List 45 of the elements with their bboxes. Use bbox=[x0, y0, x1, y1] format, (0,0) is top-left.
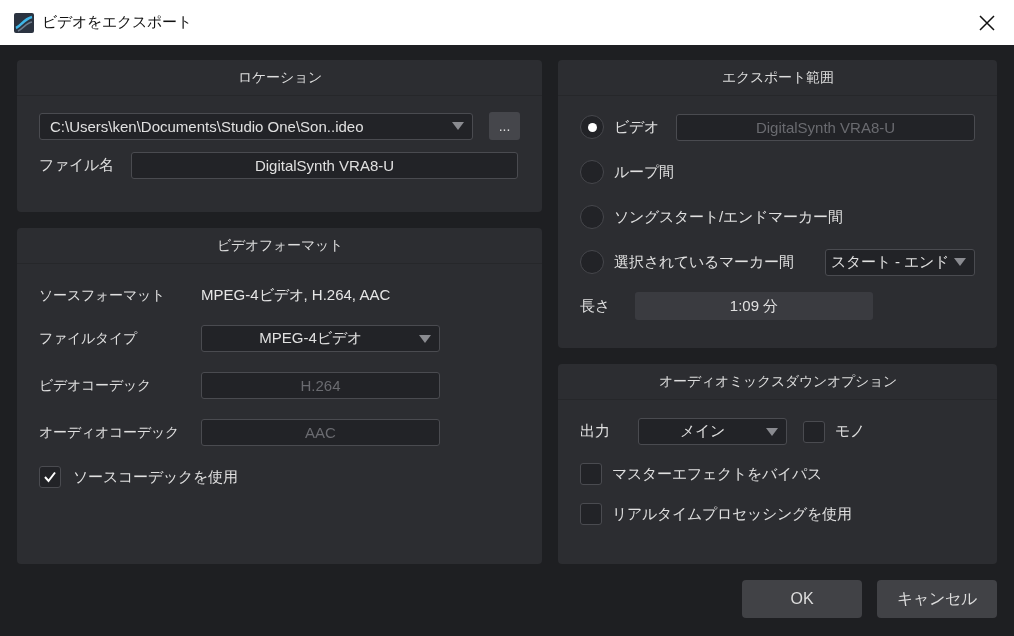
radio-button[interactable] bbox=[580, 250, 604, 274]
file-type-dropdown[interactable]: MPEG-4ビデオ bbox=[201, 325, 440, 352]
panel-title: オーディオミックスダウンオプション bbox=[558, 364, 997, 400]
source-format-value: MPEG-4ビデオ, H.264, AAC bbox=[201, 286, 391, 305]
field-label: オーディオコーデック bbox=[39, 423, 180, 442]
radio-label: ループ間 bbox=[614, 162, 675, 182]
app-icon bbox=[14, 12, 34, 33]
cancel-button[interactable]: キャンセル bbox=[877, 580, 997, 618]
radio-label: ソングスタート/エンドマーカー間 bbox=[614, 207, 845, 227]
field-label: ビデオコーデック bbox=[39, 376, 152, 395]
length-label: 長さ bbox=[580, 296, 611, 316]
radio-label: ビデオ bbox=[614, 117, 660, 137]
checkbox[interactable] bbox=[39, 466, 61, 488]
radio-label: 選択されているマーカー間 bbox=[614, 252, 795, 272]
radio-button[interactable] bbox=[580, 205, 604, 229]
ok-button[interactable]: OK bbox=[742, 580, 862, 618]
radio-button[interactable] bbox=[580, 115, 604, 139]
source-format-label: ソースフォーマット bbox=[39, 286, 166, 305]
window-title: ビデオをエクスポート bbox=[42, 13, 193, 32]
checkbox-label: マスターエフェクトをバイパス bbox=[612, 464, 822, 484]
radio-button[interactable] bbox=[580, 160, 604, 184]
caret-icon bbox=[452, 122, 464, 130]
filename-label: ファイル名 bbox=[39, 156, 115, 175]
output-label: 出力 bbox=[580, 422, 611, 441]
panel-title: ビデオフォーマット bbox=[17, 228, 542, 264]
caret-icon bbox=[419, 334, 431, 343]
panel-title: ロケーション bbox=[17, 60, 542, 96]
length-value: 1:09 分 bbox=[635, 292, 873, 320]
panel-title: エクスポート範囲 bbox=[558, 60, 997, 96]
caret-icon bbox=[954, 258, 966, 266]
browse-button[interactable]: ... bbox=[489, 112, 520, 140]
checkbox[interactable] bbox=[803, 420, 825, 443]
field-label: ファイルタイプ bbox=[39, 329, 139, 348]
check-icon bbox=[43, 470, 57, 484]
checkbox[interactable] bbox=[580, 503, 602, 525]
output-dropdown[interactable]: メイン bbox=[638, 418, 787, 445]
filename-field[interactable]: DigitalSynth VRA8-U bbox=[131, 152, 518, 179]
checkbox-label: モノ bbox=[835, 422, 865, 441]
close-icon[interactable] bbox=[979, 14, 995, 31]
marker-dropdown[interactable]: スタート - エンド bbox=[825, 248, 975, 276]
path-dropdown[interactable]: C:\Users\ken\Documents\Studio One\Son..ideo bbox=[39, 112, 473, 140]
checkbox-label: ソースコーデックを使用 bbox=[73, 467, 238, 487]
checkbox[interactable] bbox=[580, 463, 602, 485]
checkbox-label: リアルタイムプロセッシングを使用 bbox=[612, 504, 852, 524]
caret-icon bbox=[766, 427, 778, 436]
